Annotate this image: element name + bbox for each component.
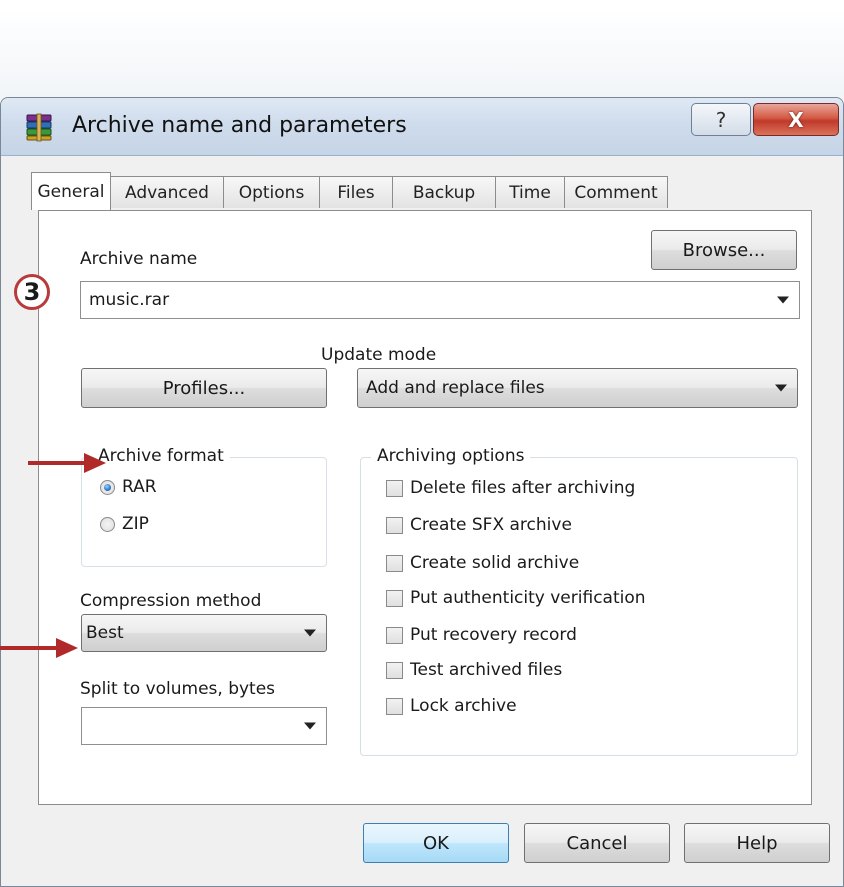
radio-zip[interactable]: ZIP xyxy=(100,514,149,534)
checkbox-icon[interactable] xyxy=(386,516,403,534)
compression-method-value: Best xyxy=(86,623,124,643)
cancel-button[interactable]: Cancel xyxy=(524,823,670,863)
archiving-options-group: Archiving options Delete files after arc… xyxy=(360,446,798,756)
archive-name-label: Archive name xyxy=(80,249,198,269)
checkbox-icon[interactable] xyxy=(386,626,403,644)
checkbox-test-archived[interactable]: Test archived files xyxy=(386,660,562,680)
checkbox-icon[interactable] xyxy=(386,554,403,572)
archive-dialog: Archive name and parameters ? X General … xyxy=(0,97,844,887)
ok-button[interactable]: OK xyxy=(363,823,509,863)
chevron-down-icon[interactable] xyxy=(304,629,316,637)
checkbox-lock-archive[interactable]: Lock archive xyxy=(386,696,517,716)
tab-backup[interactable]: Backup xyxy=(392,176,496,208)
checkbox-label: Create SFX archive xyxy=(410,515,572,535)
update-mode-value: Add and replace files xyxy=(366,378,545,398)
radio-rar-label: RAR xyxy=(122,477,157,497)
checkbox-icon[interactable] xyxy=(386,697,403,715)
checkbox-icon[interactable] xyxy=(386,589,403,607)
checkbox-label: Delete files after archiving xyxy=(410,478,636,498)
dialog-title: Archive name and parameters xyxy=(72,113,407,138)
checkbox-create-sfx[interactable]: Create SFX archive xyxy=(386,515,572,535)
checkbox-icon[interactable] xyxy=(386,661,403,679)
general-tab-panel: Archive name Browse... music.rar Update … xyxy=(38,210,812,805)
tab-time[interactable]: Time xyxy=(495,176,565,208)
close-button[interactable]: X xyxy=(753,103,839,136)
red-arrow-icon xyxy=(0,638,78,658)
step-number-badge: 3 xyxy=(14,274,50,310)
archive-format-title: Archive format xyxy=(92,446,230,466)
radio-unchecked-icon[interactable] xyxy=(100,516,115,532)
tab-general[interactable]: General xyxy=(31,172,111,210)
checkbox-label: Test archived files xyxy=(410,660,563,680)
update-mode-select[interactable]: Add and replace files xyxy=(357,368,798,408)
tab-advanced[interactable]: Advanced xyxy=(110,176,224,208)
update-mode-label: Update mode xyxy=(321,345,437,365)
compression-method-select[interactable]: Best xyxy=(81,614,327,652)
archive-format-group: Archive format RAR ZIP xyxy=(81,446,327,567)
checkbox-authenticity[interactable]: Put authenticity verification xyxy=(386,588,646,608)
checkbox-label: Create solid archive xyxy=(410,553,580,573)
checkbox-recovery-record[interactable]: Put recovery record xyxy=(386,625,577,645)
archive-name-value: music.rar xyxy=(89,290,170,310)
tab-comment[interactable]: Comment xyxy=(564,176,668,208)
red-arrow-icon xyxy=(28,453,106,473)
chevron-down-icon[interactable] xyxy=(775,384,787,392)
tab-files[interactable]: Files xyxy=(319,176,393,208)
help-icon[interactable]: ? xyxy=(691,103,751,136)
tab-options[interactable]: Options xyxy=(223,176,320,208)
browse-button[interactable]: Browse... xyxy=(651,230,797,270)
checkbox-icon[interactable] xyxy=(386,479,403,497)
radio-zip-label: ZIP xyxy=(122,514,149,534)
archive-name-combo[interactable]: music.rar xyxy=(80,281,800,319)
chevron-down-icon[interactable] xyxy=(777,296,789,304)
archiving-options-title: Archiving options xyxy=(371,446,531,466)
checkbox-label: Put recovery record xyxy=(410,625,577,645)
checkbox-create-solid[interactable]: Create solid archive xyxy=(386,553,579,573)
winrar-icon xyxy=(26,113,52,142)
checkbox-delete-files[interactable]: Delete files after archiving xyxy=(386,478,635,498)
profiles-button[interactable]: Profiles... xyxy=(81,368,327,408)
split-volumes-combo[interactable] xyxy=(81,707,327,745)
checkbox-label: Put authenticity verification xyxy=(410,588,646,608)
title-bar[interactable]: Archive name and parameters ? X xyxy=(1,98,843,156)
checkbox-label: Lock archive xyxy=(410,696,517,716)
radio-rar[interactable]: RAR xyxy=(100,477,157,497)
radio-checked-icon[interactable] xyxy=(100,479,115,495)
split-volumes-label: Split to volumes, bytes xyxy=(80,679,276,699)
background-area xyxy=(0,0,844,100)
chevron-down-icon[interactable] xyxy=(304,722,316,730)
compression-method-label: Compression method xyxy=(80,591,262,611)
help-button[interactable]: Help xyxy=(684,823,830,863)
